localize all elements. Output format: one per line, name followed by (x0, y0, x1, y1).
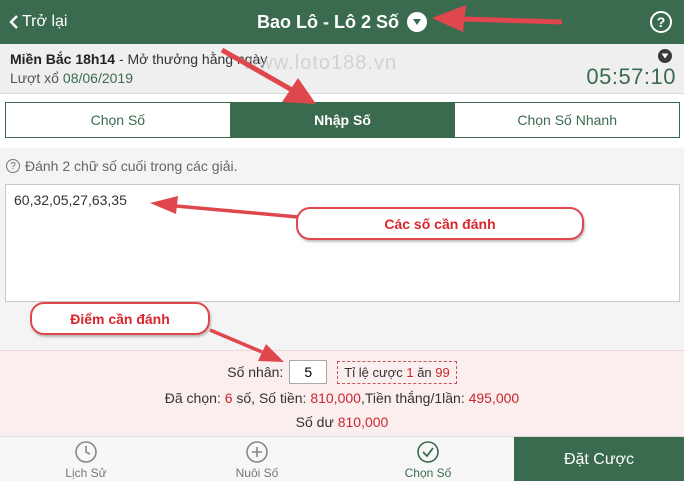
selected-label: Đã chọn: (164, 390, 221, 406)
check-circle-icon (417, 440, 439, 463)
odds-prefix: Tỉ lệ cược (344, 364, 403, 380)
multiplier-input[interactable] (289, 360, 328, 384)
help-icon: ? (656, 14, 666, 30)
draw-round-label: Lượt xổ (10, 70, 59, 86)
draw-region-line: Miền Bắc 18h14 - Mở thưởng hằng ngày (10, 51, 267, 67)
win-label: ,Tiền thắng/1lần: (360, 390, 465, 406)
place-bet-button[interactable]: Đặt Cược (514, 437, 684, 481)
nav-nuoi-so[interactable]: Nuôi Số (228, 437, 286, 481)
odds-bet: 1 (406, 364, 414, 380)
odds-badge: Tỉ lệ cược 1 ăn 99 (337, 360, 457, 384)
numbers-callout: Các số cần đánh (296, 207, 584, 240)
tab-chon-so-nhanh[interactable]: Chọn Số Nhanh (455, 103, 680, 137)
countdown-timer: 05:57:10 (586, 64, 676, 89)
input-mode-tabs: Chọn Số Nhập Số Chọn Số Nhanh (5, 102, 680, 138)
multiplier-label: Số nhân: (227, 364, 284, 380)
nav-chon-so[interactable]: Chọn Số (398, 437, 458, 481)
nav-history[interactable]: Lịch Sử (60, 437, 112, 481)
page-title[interactable]: Bao Lô - Lô 2 Số (0, 0, 684, 44)
nav-nuoi-so-label: Nuôi Số (235, 465, 279, 480)
selected-count: 6 (224, 390, 233, 406)
chevron-down-icon[interactable] (407, 12, 427, 32)
question-icon: ? (6, 159, 20, 173)
selected-unit: số, Số tiền: (236, 390, 307, 406)
draw-date: 08/06/2019 (62, 70, 133, 86)
bottom-nav: Lịch Sử Nuôi Số Chọn Số Đặt Cược (0, 436, 684, 481)
info-dropdown-icon[interactable] (658, 49, 672, 63)
hint-text: ? Đánh 2 chữ số cuối trong các giải. (6, 158, 238, 174)
bet-amount: 810,000 (310, 390, 361, 406)
watermark: www.loto188.vn (243, 52, 398, 74)
help-button[interactable]: ? (650, 11, 672, 33)
tab-nhap-so[interactable]: Nhập Số (230, 103, 456, 137)
hint-label: Đánh 2 chữ số cuối trong các giải. (25, 158, 238, 174)
tab-chon-so[interactable]: Chọn Số (6, 103, 231, 137)
odds-mid: ăn (417, 364, 432, 380)
balance-value: 810,000 (337, 414, 389, 430)
clock-icon (75, 440, 97, 463)
draw-region: Miền Bắc 18h14 (10, 51, 116, 67)
odds-win: 99 (435, 364, 450, 380)
selection-summary: Đã chọn: 6 số, Số tiền: 810,000,Tiền thắ… (0, 390, 684, 406)
plus-circle-icon (246, 440, 268, 463)
nav-history-label: Lịch Sử (65, 465, 107, 480)
draw-round-line: Lượt xổ 08/06/2019 (10, 70, 133, 86)
balance-label: Số dư (295, 414, 334, 430)
points-callout: Điểm cần đánh (30, 302, 210, 335)
balance-row: Số dư 810,000 (0, 414, 684, 430)
app-header: Trở lại Bao Lô - Lô 2 Số ? (0, 0, 684, 44)
win-amount: 495,000 (468, 390, 520, 406)
bet-summary: Số nhân: Tỉ lệ cược 1 ăn 99 Đã chọn: 6 s… (0, 350, 684, 436)
multiplier-row: Số nhân: Tỉ lệ cược 1 ăn 99 (0, 359, 684, 385)
numbers-input[interactable]: 60,32,05,27,63,35 (5, 184, 680, 302)
nav-chon-so-label: Chọn Số (404, 465, 452, 480)
page-title-text: Bao Lô - Lô 2 Số (257, 11, 399, 32)
